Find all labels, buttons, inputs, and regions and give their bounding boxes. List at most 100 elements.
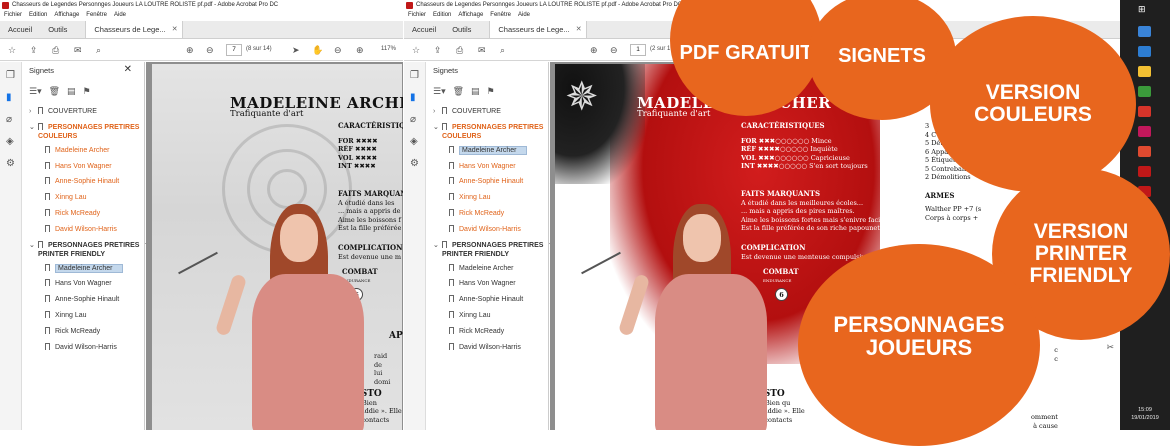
taskbar-app-icon[interactable]	[1138, 86, 1151, 97]
layers-icon[interactable]: ◈	[410, 136, 418, 147]
expand-chevron-icon[interactable]: ›	[433, 107, 435, 116]
taskbar-clock[interactable]: 15:09 19/01/2019	[1120, 406, 1170, 422]
tab-accueil[interactable]: Accueil	[0, 21, 40, 38]
scissors-icon[interactable]: ✂	[1106, 342, 1114, 353]
bookmark-item[interactable]: Hans Von Wagner	[449, 279, 516, 288]
print-icon[interactable]: ⎙	[456, 44, 463, 56]
mail-icon[interactable]: ✉	[478, 44, 486, 56]
bookmarks-icon[interactable]: ▮	[410, 92, 416, 103]
tab-document[interactable]: Chasseurs de Lege... ✕	[85, 21, 183, 39]
bookmark-item[interactable]: Xinng Lau	[449, 193, 491, 202]
page-down-icon[interactable]: ⊖	[206, 44, 214, 56]
menu-fichier[interactable]: Fichier	[4, 10, 22, 21]
bookmark-item[interactable]: Xinng Lau	[45, 311, 87, 320]
menu-aide[interactable]: Aide	[518, 10, 530, 21]
bookmark-parent[interactable]: › COUVERTURE	[29, 107, 97, 116]
expand-chevron-icon[interactable]: ⌄	[433, 123, 439, 132]
bookmark-item[interactable]: Madeleine Archer	[449, 263, 513, 273]
menu-edition[interactable]: Edition	[29, 10, 47, 21]
zoom-in-icon[interactable]: ⊕	[356, 44, 364, 56]
options-menu-icon[interactable]: ☰▾	[433, 86, 446, 97]
bookmark-item[interactable]: Rick McReady	[45, 209, 100, 218]
taskbar-app-icon[interactable]	[1138, 146, 1151, 157]
cursor-icon[interactable]: ➤	[292, 44, 300, 56]
bookmark-item[interactable]: Anne-Sophie Hinault	[45, 177, 119, 186]
bookmark-item[interactable]: Anne-Sophie Hinault	[45, 295, 119, 304]
bookmark-parent[interactable]: ⌄ PERSONNAGES PRETIRES PRINTER FRIENDLY	[433, 240, 543, 259]
windows-start-icon[interactable]: ⊞	[1138, 4, 1146, 15]
delete-bookmark-icon[interactable]: 🗑	[453, 86, 464, 97]
page-up-icon[interactable]: ⊕	[186, 44, 194, 56]
bookmark-item[interactable]: Xinng Lau	[45, 193, 87, 202]
bookmark-item[interactable]: David Wilson-Harris	[45, 342, 117, 352]
structure-icon[interactable]: ⚙	[410, 158, 419, 169]
bookmark-item[interactable]: Rick McReady	[45, 326, 100, 336]
acrobat-taskbar-icon[interactable]	[1138, 166, 1151, 177]
expand-chevron-icon[interactable]: ⌄	[29, 123, 35, 132]
tab-outils[interactable]: Outils	[444, 21, 479, 38]
search-icon[interactable]: ⌕	[96, 44, 101, 56]
menu-aide[interactable]: Aide	[114, 10, 126, 21]
zoom-out-icon[interactable]: ⊖	[334, 44, 342, 56]
bookmark-parent[interactable]: ⌄ PERSONNAGES PRETIRES COULEURS	[433, 122, 543, 141]
bookmark-item[interactable]: David Wilson-Harris	[45, 224, 117, 234]
bookmark-parent[interactable]: ⌄ PERSONNAGES PRETIRES COULEURS	[29, 122, 139, 141]
layers-icon[interactable]: ◈	[6, 136, 14, 147]
bookmark-add-icon[interactable]: ☆	[412, 44, 420, 56]
options-menu-icon[interactable]: ☰▾	[29, 86, 42, 97]
bookmark-item[interactable]: Rick McReady	[449, 326, 504, 336]
structure-icon[interactable]: ⚙	[6, 158, 15, 169]
bookmark-tag-icon[interactable]: ⚑	[83, 86, 91, 97]
bookmark-item[interactable]: Anne-Sophie Hinault	[449, 177, 523, 186]
menu-fenetre[interactable]: Fenêtre	[86, 10, 107, 21]
page-number-input[interactable]: 7	[226, 44, 242, 56]
bookmark-item[interactable]: Hans Von Wagner	[45, 279, 112, 288]
taskbar-app-icon[interactable]	[1138, 106, 1151, 117]
document-viewer[interactable]: MADELEINE ARCHER Trafiquante d'art CARAC…	[146, 62, 403, 430]
bookmark-item[interactable]: David Wilson-Harris	[449, 342, 521, 352]
page-number-input[interactable]: 1	[630, 44, 646, 56]
page-down-icon[interactable]: ⊖	[610, 44, 618, 56]
bookmark-item[interactable]: Hans Von Wagner	[45, 161, 112, 171]
page-up-icon[interactable]: ⊕	[590, 44, 598, 56]
close-tab-icon[interactable]: ✕	[172, 21, 178, 39]
close-tab-icon[interactable]: ✕	[576, 21, 582, 39]
attachment-icon[interactable]: ⌀	[410, 114, 416, 125]
menu-fichier[interactable]: Fichier	[408, 10, 426, 21]
upload-icon[interactable]: ⇪	[30, 44, 38, 56]
zoom-level[interactable]: 117%	[381, 46, 396, 52]
tab-accueil[interactable]: Accueil	[404, 21, 444, 38]
tab-outils[interactable]: Outils	[40, 21, 75, 38]
attachment-icon[interactable]: ⌀	[6, 114, 12, 125]
menu-affichage[interactable]: Affichage	[54, 10, 79, 21]
bookmark-item[interactable]: Hans Von Wagner	[449, 161, 516, 171]
upload-icon[interactable]: ⇪	[434, 44, 442, 56]
bookmark-add-icon[interactable]: ☆	[8, 44, 16, 56]
bookmark-item[interactable]: Madeleine Archer	[45, 263, 124, 273]
close-panel-icon[interactable]: ✕	[124, 64, 132, 75]
new-bookmark-icon[interactable]: ▤	[67, 86, 76, 97]
pages-icon[interactable]: ❐	[6, 70, 15, 81]
bookmark-item[interactable]: Madeleine Archer	[45, 145, 109, 155]
bookmark-item[interactable]: Madeleine Archer	[449, 145, 528, 155]
tab-document[interactable]: Chasseurs de Lege... ✕	[489, 21, 587, 39]
taskbar-app-icon[interactable]	[1138, 46, 1151, 57]
pages-icon[interactable]: ❐	[410, 70, 419, 81]
delete-bookmark-icon[interactable]: 🗑	[49, 86, 60, 97]
bookmark-item[interactable]: Anne-Sophie Hinault	[449, 295, 523, 304]
menu-edition[interactable]: Edition	[433, 10, 451, 21]
bookmark-parent[interactable]: › COUVERTURE	[433, 107, 501, 116]
bookmark-tag-icon[interactable]: ⚑	[487, 86, 495, 97]
search-icon[interactable]: ⌕	[500, 44, 505, 56]
taskbar-app-icon[interactable]	[1138, 126, 1151, 137]
bookmark-item[interactable]: Xinng Lau	[449, 311, 491, 320]
new-bookmark-icon[interactable]: ▤	[471, 86, 480, 97]
menu-affichage[interactable]: Affichage	[458, 10, 483, 21]
expand-chevron-icon[interactable]: ⌄	[433, 241, 439, 250]
hand-tool-icon[interactable]: ✋	[312, 44, 323, 56]
taskbar-app-icon[interactable]	[1138, 26, 1151, 37]
bookmarks-icon[interactable]: ▮	[6, 92, 12, 103]
expand-chevron-icon[interactable]: ›	[29, 107, 31, 116]
bookmark-item[interactable]: David Wilson-Harris	[449, 224, 521, 234]
mail-icon[interactable]: ✉	[74, 44, 82, 56]
